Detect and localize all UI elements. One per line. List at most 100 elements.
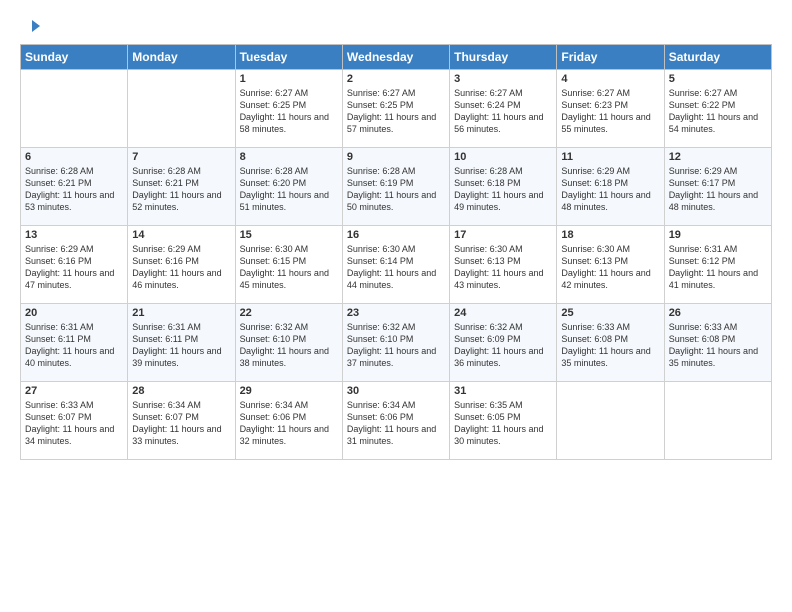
day-number: 21	[132, 307, 230, 319]
cell-info: Sunrise: 6:33 AMSunset: 6:08 PMDaylight:…	[561, 321, 659, 370]
calendar-cell: 9Sunrise: 6:28 AMSunset: 6:19 PMDaylight…	[342, 148, 449, 226]
cell-info: Sunrise: 6:30 AMSunset: 6:14 PMDaylight:…	[347, 243, 445, 292]
logo-flag-icon	[22, 18, 42, 38]
day-number: 3	[454, 73, 552, 85]
calendar-cell: 14 Sunrise: 6:29 AMSunset: 6:16 PMDayligh…	[128, 226, 235, 304]
calendar-cell: 27 Sunrise: 6:33 AMSunset: 6:07 PMDayligh…	[21, 382, 128, 460]
calendar-week-row: 13Sunrise: 6:29 AMSunset: 6:16 PMDayligh…	[21, 226, 772, 304]
day-header-thursday: Thursday	[450, 45, 557, 70]
day-number: 2	[347, 73, 445, 85]
cell-info: Sunrise: 6:33 AMSunset: 6:07 PMDaylight:…	[25, 399, 123, 448]
calendar-cell	[557, 382, 664, 460]
day-header-tuesday: Tuesday	[235, 45, 342, 70]
day-header-saturday: Saturday	[664, 45, 771, 70]
cell-info: Sunrise: 6:27 AMSunset: 6:25 PMDaylight:…	[240, 87, 338, 136]
calendar-cell: 30 Sunrise: 6:34 AMSunset: 6:06 PMDayligh…	[342, 382, 449, 460]
cell-info: Sunrise: 6:34 AMSunset: 6:06 PMDaylight:…	[240, 399, 338, 448]
day-number: 9	[347, 151, 445, 163]
cell-info: Sunrise: 6:30 AMSunset: 6:13 PMDaylight:…	[454, 243, 552, 292]
day-header-wednesday: Wednesday	[342, 45, 449, 70]
day-number: 7	[132, 151, 230, 163]
calendar-cell: 24 Sunrise: 6:32 AMSunset: 6:09 PMDayligh…	[450, 304, 557, 382]
calendar-cell	[21, 70, 128, 148]
day-number: 11	[561, 151, 659, 163]
calendar-week-row: 27 Sunrise: 6:33 AMSunset: 6:07 PMDayligh…	[21, 382, 772, 460]
calendar-cell: 10 Sunrise: 6:28 AMSunset: 6:18 PMDayligh…	[450, 148, 557, 226]
cell-info: Sunrise: 6:30 AMSunset: 6:15 PMDaylight:…	[240, 243, 338, 292]
day-number: 31	[454, 385, 552, 397]
cell-info: Sunrise: 6:32 AMSunset: 6:10 PMDaylight:…	[347, 321, 445, 370]
cell-info: Sunrise: 6:31 AMSunset: 6:11 PMDaylight:…	[132, 321, 230, 370]
day-number: 17	[454, 229, 552, 241]
day-number: 29	[240, 385, 338, 397]
calendar-cell	[128, 70, 235, 148]
cell-info: Sunrise: 6:27 AMSunset: 6:22 PMDaylight:…	[669, 87, 767, 136]
day-number: 14	[132, 229, 230, 241]
cell-info: Sunrise: 6:27 AMSunset: 6:23 PMDaylight:…	[561, 87, 659, 136]
calendar-cell	[664, 382, 771, 460]
cell-info: Sunrise: 6:28 AMSunset: 6:21 PMDaylight:…	[132, 165, 230, 214]
calendar-cell: 25 Sunrise: 6:33 AMSunset: 6:08 PMDayligh…	[557, 304, 664, 382]
calendar-cell: 13Sunrise: 6:29 AMSunset: 6:16 PMDayligh…	[21, 226, 128, 304]
cell-info: Sunrise: 6:29 AMSunset: 6:16 PMDaylight:…	[132, 243, 230, 292]
day-number: 24	[454, 307, 552, 319]
day-number: 19	[669, 229, 767, 241]
cell-info: Sunrise: 6:29 AMSunset: 6:16 PMDaylight:…	[25, 243, 123, 292]
calendar-cell: 28Sunrise: 6:34 AMSunset: 6:07 PMDayligh…	[128, 382, 235, 460]
cell-info: Sunrise: 6:27 AMSunset: 6:24 PMDaylight:…	[454, 87, 552, 136]
calendar-cell: 8 Sunrise: 6:28 AMSunset: 6:20 PMDaylight…	[235, 148, 342, 226]
calendar-cell: 29 Sunrise: 6:34 AMSunset: 6:06 PMDayligh…	[235, 382, 342, 460]
calendar-header-row: SundayMondayTuesdayWednesdayThursdayFrid…	[21, 45, 772, 70]
day-number: 8	[240, 151, 338, 163]
calendar-cell: 31 Sunrise: 6:35 AMSunset: 6:05 PMDayligh…	[450, 382, 557, 460]
logo	[20, 18, 42, 34]
calendar-cell: 18 Sunrise: 6:30 AMSunset: 6:13 PMDayligh…	[557, 226, 664, 304]
cell-info: Sunrise: 6:34 AMSunset: 6:07 PMDaylight:…	[132, 399, 230, 448]
day-number: 5	[669, 73, 767, 85]
day-number: 20	[25, 307, 123, 319]
day-number: 27	[25, 385, 123, 397]
calendar-cell: 11 Sunrise: 6:29 AMSunset: 6:18 PMDayligh…	[557, 148, 664, 226]
calendar-week-row: 6 Sunrise: 6:28 AMSunset: 6:21 PMDaylight…	[21, 148, 772, 226]
day-number: 6	[25, 151, 123, 163]
day-number: 12	[669, 151, 767, 163]
header	[20, 18, 772, 34]
day-number: 18	[561, 229, 659, 241]
day-number: 22	[240, 307, 338, 319]
day-number: 16	[347, 229, 445, 241]
cell-info: Sunrise: 6:29 AMSunset: 6:18 PMDaylight:…	[561, 165, 659, 214]
cell-info: Sunrise: 6:28 AMSunset: 6:18 PMDaylight:…	[454, 165, 552, 214]
cell-info: Sunrise: 6:35 AMSunset: 6:05 PMDaylight:…	[454, 399, 552, 448]
cell-info: Sunrise: 6:32 AMSunset: 6:10 PMDaylight:…	[240, 321, 338, 370]
calendar-week-row: 20 Sunrise: 6:31 AMSunset: 6:11 PMDayligh…	[21, 304, 772, 382]
calendar-cell: 1 Sunrise: 6:27 AMSunset: 6:25 PMDaylight…	[235, 70, 342, 148]
calendar-week-row: 1 Sunrise: 6:27 AMSunset: 6:25 PMDaylight…	[21, 70, 772, 148]
cell-info: Sunrise: 6:28 AMSunset: 6:20 PMDaylight:…	[240, 165, 338, 214]
calendar-cell: 21 Sunrise: 6:31 AMSunset: 6:11 PMDayligh…	[128, 304, 235, 382]
calendar-cell: 12Sunrise: 6:29 AMSunset: 6:17 PMDayligh…	[664, 148, 771, 226]
cell-info: Sunrise: 6:30 AMSunset: 6:13 PMDaylight:…	[561, 243, 659, 292]
calendar-cell: 19 Sunrise: 6:31 AMSunset: 6:12 PMDayligh…	[664, 226, 771, 304]
calendar-cell: 3 Sunrise: 6:27 AMSunset: 6:24 PMDaylight…	[450, 70, 557, 148]
day-number: 10	[454, 151, 552, 163]
day-header-monday: Monday	[128, 45, 235, 70]
cell-info: Sunrise: 6:31 AMSunset: 6:11 PMDaylight:…	[25, 321, 123, 370]
calendar-table: SundayMondayTuesdayWednesdayThursdayFrid…	[20, 44, 772, 460]
calendar-page: SundayMondayTuesdayWednesdayThursdayFrid…	[0, 0, 792, 612]
calendar-cell: 16 Sunrise: 6:30 AMSunset: 6:14 PMDayligh…	[342, 226, 449, 304]
calendar-cell: 7 Sunrise: 6:28 AMSunset: 6:21 PMDaylight…	[128, 148, 235, 226]
cell-info: Sunrise: 6:33 AMSunset: 6:08 PMDaylight:…	[669, 321, 767, 370]
calendar-cell: 22 Sunrise: 6:32 AMSunset: 6:10 PMDayligh…	[235, 304, 342, 382]
cell-info: Sunrise: 6:32 AMSunset: 6:09 PMDaylight:…	[454, 321, 552, 370]
day-number: 15	[240, 229, 338, 241]
day-header-friday: Friday	[557, 45, 664, 70]
cell-info: Sunrise: 6:31 AMSunset: 6:12 PMDaylight:…	[669, 243, 767, 292]
day-number: 25	[561, 307, 659, 319]
cell-info: Sunrise: 6:34 AMSunset: 6:06 PMDaylight:…	[347, 399, 445, 448]
calendar-cell: 15 Sunrise: 6:30 AMSunset: 6:15 PMDayligh…	[235, 226, 342, 304]
day-number: 30	[347, 385, 445, 397]
calendar-cell: 4Sunrise: 6:27 AMSunset: 6:23 PMDaylight…	[557, 70, 664, 148]
day-number: 1	[240, 73, 338, 85]
calendar-cell: 26Sunrise: 6:33 AMSunset: 6:08 PMDayligh…	[664, 304, 771, 382]
day-header-sunday: Sunday	[21, 45, 128, 70]
